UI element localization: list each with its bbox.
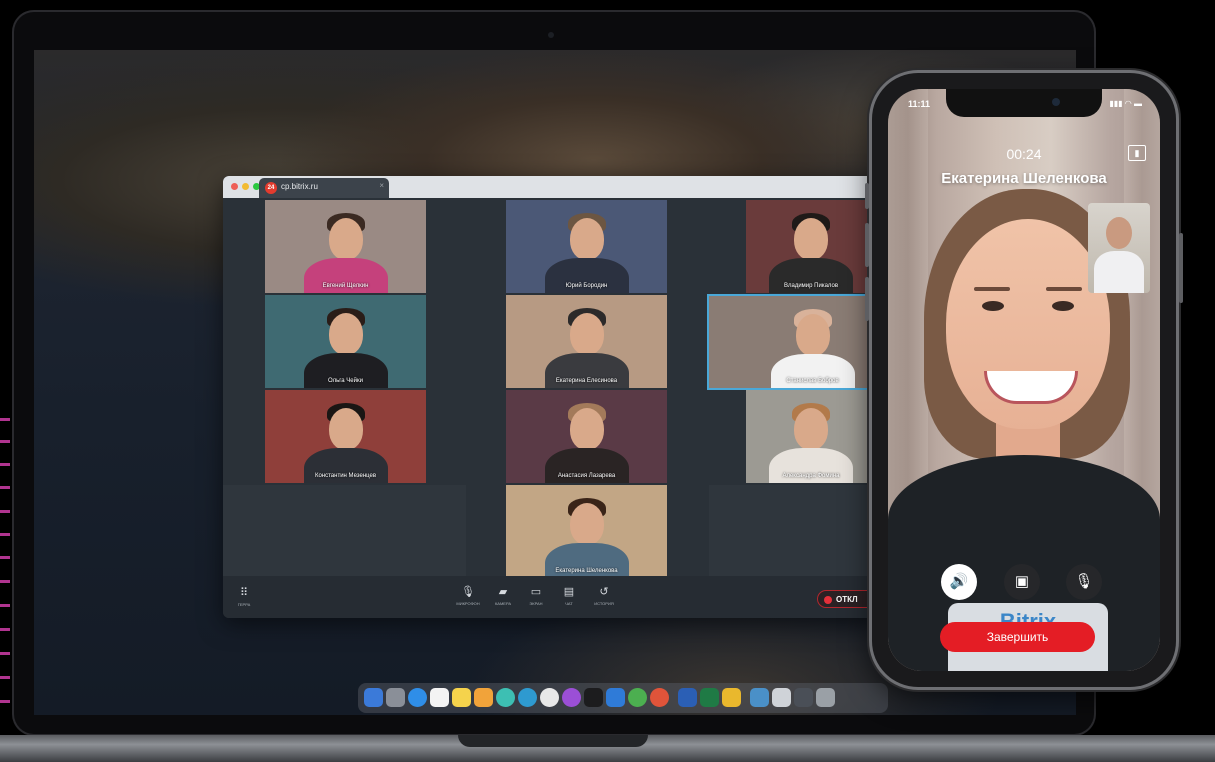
dock (358, 683, 888, 713)
chat-button[interactable]: ▤ ЧАТ (554, 586, 584, 606)
phone-screen: Bitrix 11:11 ▮▮▮ ◠ ▬ 00:24 ▮ Екатерина Ш… (888, 89, 1160, 671)
microphone-icon: 🎙 (1074, 573, 1094, 590)
browser-title-bar: 24 cp.bitrix.ru × (223, 176, 876, 198)
finder-icon[interactable] (364, 688, 383, 707)
status-time: 11:11 (908, 99, 931, 109)
signal-quality-icon[interactable]: ▮ (1128, 145, 1146, 161)
call-timer: 00:24 (1006, 146, 1042, 162)
screen-share-icon: ▣ (1014, 573, 1030, 590)
accent-bar (0, 628, 10, 631)
accent-bar (0, 580, 10, 583)
messages-icon[interactable] (518, 688, 537, 707)
minimize-window-button[interactable] (242, 183, 249, 190)
word-icon[interactable] (678, 688, 697, 707)
participant-name: Станислав Бобров (786, 378, 839, 384)
participant-tile[interactable]: Екатерина Шеленкова (506, 485, 667, 578)
accent-bar (0, 418, 10, 421)
app-icon[interactable] (474, 688, 493, 707)
monitor-icon: ▭ (530, 586, 542, 598)
calendar-icon[interactable] (430, 688, 449, 707)
accent-bar (0, 700, 10, 703)
accent-bar (0, 676, 10, 679)
app-icon[interactable] (794, 688, 813, 707)
grid-view-button[interactable]: ⠿ ГЕРРА (231, 586, 257, 607)
accent-bar (0, 510, 10, 513)
history-icon: ↺ (599, 586, 609, 598)
bitrix-icon[interactable] (496, 688, 515, 707)
status-icons: ▮▮▮ ◠ ▬ (1109, 99, 1142, 108)
music-icon[interactable] (540, 688, 559, 707)
launchpad-icon[interactable] (386, 688, 405, 707)
folder-icon[interactable] (750, 688, 769, 707)
accent-bar (0, 486, 10, 489)
laptop-hinge-notch (458, 735, 648, 747)
participant-name: Евгений Щелкин (322, 283, 369, 289)
browser-tab[interactable]: 24 cp.bitrix.ru × (259, 178, 389, 198)
phone-notch (946, 89, 1102, 117)
participant-name: Анастасия Лазарева (557, 473, 616, 479)
participant-name: Владимир Пикалов (783, 283, 839, 289)
accent-bar (0, 440, 10, 443)
trash-icon[interactable] (816, 688, 835, 707)
chat-icon: ▤ (563, 586, 575, 598)
empty-tile (709, 485, 876, 578)
tab-close-icon[interactable]: × (379, 181, 384, 190)
microphone-button[interactable]: 🎙 МИКРОФОН (453, 586, 483, 606)
accent-bar (0, 533, 10, 536)
accent-bar (0, 652, 10, 655)
end-call-button[interactable]: ОТКЛ (817, 590, 876, 608)
self-view-video[interactable] (1088, 203, 1150, 293)
callee-name: Екатерина Шеленкова (941, 170, 1107, 187)
participant-tile[interactable]: Евгений Щелкин (265, 200, 426, 293)
end-call-button[interactable]: Завершить (940, 622, 1095, 652)
preview-icon[interactable] (606, 688, 625, 707)
bitrix-favicon-icon: 24 (265, 182, 277, 194)
participant-tile[interactable]: Владимир Пикалов (746, 200, 876, 293)
notes-icon[interactable] (452, 688, 471, 707)
phone: Bitrix 11:11 ▮▮▮ ◠ ▬ 00:24 ▮ Екатерина Ш… (865, 73, 1183, 687)
camera-button[interactable]: ▰ КАМЕРА (488, 586, 518, 606)
app-icon[interactable] (722, 688, 741, 707)
screen-share-button[interactable]: ▭ ЭКРАН (521, 586, 551, 606)
accent-bar (0, 556, 10, 559)
participant-name: Константин Мезенцев (314, 473, 377, 479)
microphone-button[interactable]: 🎙 (1066, 564, 1102, 600)
grid-icon: ⠿ (239, 587, 249, 599)
history-button[interactable]: ↺ ИСТОРИЯ (589, 586, 619, 606)
call-control-bar: ⠿ ГЕРРА 🎙 МИКРОФОН ▰ КАМЕРА ▭ ЭКРАН ▤ ЧА… (223, 576, 876, 618)
laptop-camera (548, 32, 554, 38)
phone-hangup-icon (824, 596, 832, 604)
chrome-icon[interactable] (628, 688, 647, 707)
documents-icon[interactable] (772, 688, 791, 707)
participant-tile[interactable]: Александра Фомина (746, 390, 876, 483)
participant-name: Александра Фомина (782, 473, 840, 479)
participant-name: Екатерина Шеленкова (555, 568, 618, 574)
participant-name: Екатерина Елесинова (555, 378, 618, 384)
camera-icon: ▰ (498, 586, 508, 598)
close-window-button[interactable] (231, 183, 238, 190)
participant-name: Юрий Бородин (565, 283, 608, 289)
podcasts-icon[interactable] (562, 688, 581, 707)
speaker-button[interactable]: 🔊 (941, 564, 977, 600)
accent-bar (0, 604, 10, 607)
accent-bar (0, 463, 10, 466)
empty-tile (223, 485, 466, 578)
microphone-icon: 🎙 (461, 586, 475, 598)
participant-tile[interactable]: Константин Мезенцев (265, 390, 426, 483)
app-icon[interactable] (650, 688, 669, 707)
screen-share-button[interactable]: ▣ (1004, 564, 1040, 600)
participant-name: Ольга Чейки (328, 378, 363, 384)
participant-tile[interactable]: Анастасия Лазарева (506, 390, 667, 483)
participant-tile[interactable]: Ольга Чейки (265, 295, 426, 388)
safari-icon[interactable] (408, 688, 427, 707)
excel-icon[interactable] (700, 688, 719, 707)
browser-window: 24 cp.bitrix.ru × Евгений Щелкин Юрий Бо… (223, 176, 876, 618)
participant-tile-active[interactable]: Станислав Бобров (707, 294, 876, 390)
speaker-icon: 🔊 (949, 573, 969, 590)
participant-tile[interactable]: Юрий Бородин (506, 200, 667, 293)
participant-tile[interactable]: Екатерина Елесинова (506, 295, 667, 388)
tab-title: cp.bitrix.ru (281, 182, 318, 191)
tv-icon[interactable] (584, 688, 603, 707)
